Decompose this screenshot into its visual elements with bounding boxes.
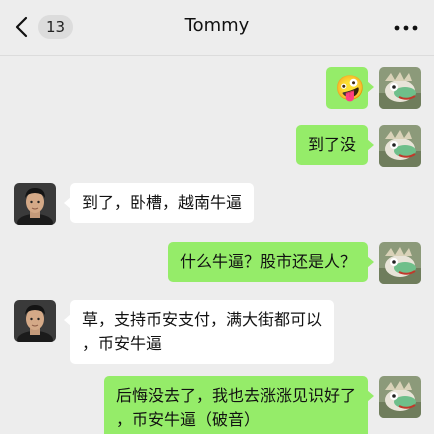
message-row: 草，支持币安支付，满大街都可以 ，币安牛逼 [0,300,434,364]
message-text-line: ，币安牛逼（破音） [115,410,260,429]
message-row: 🤪 [0,67,434,111]
more-options-button[interactable] [392,14,420,42]
zany-face-emoji: 🤪 [335,74,365,102]
message-text: 什么牛逼？股市还是人？ [179,252,356,271]
chevron-left-icon[interactable] [14,16,30,38]
message-bubble-mine[interactable]: 后悔没去了，我也去涨涨见识好了 ，币安牛逼（破音） [103,376,375,434]
dragon-avatar-icon [379,242,421,284]
avatar-tommy[interactable] [14,300,56,342]
message-row: 后悔没去了，我也去涨涨见识好了 ，币安牛逼（破音） [0,376,434,434]
unread-count-badge: 13 [38,15,74,39]
message-bubble-mine[interactable]: 什么牛逼？股市还是人？ [167,242,375,282]
person-avatar-icon [14,300,56,342]
avatar-tommy[interactable] [14,183,56,225]
message-bubble-mine[interactable]: 🤪 [326,67,374,109]
avatar-me[interactable] [379,376,421,418]
message-row: 到了没 [0,125,434,169]
dragon-avatar-icon [379,125,421,167]
message-row: 什么牛逼？股市还是人？ [0,242,434,286]
message-text: 到了没 [307,135,356,154]
message-bubble-mine[interactable]: 到了没 [295,125,375,165]
message-text-line: 草，支持币安支付，满大街都可以 [82,310,323,329]
message-text: 到了，卧槽，越南牛逼 [82,193,243,212]
message-text-line: 后悔没去了，我也去涨涨见识好了 [115,386,356,405]
dragon-avatar-icon [379,376,421,418]
dragon-avatar-icon [379,67,421,109]
avatar-me[interactable] [379,125,421,167]
person-avatar-icon [14,183,56,225]
message-bubble-theirs[interactable]: 到了，卧槽，越南牛逼 [63,183,255,223]
chat-header: 13 Tommy [0,0,434,55]
more-horizontal-icon[interactable] [394,25,418,31]
avatar-me[interactable] [379,67,421,109]
chat-screen: 13 Tommy 🤪 到了没 到了，卧槽，越南牛逼 什么牛逼？股市还是人？ 草，… [0,0,434,434]
message-bubble-theirs[interactable]: 草，支持币安支付，满大街都可以 ，币安牛逼 [63,300,335,364]
message-text-line: ，币安牛逼 [82,334,163,353]
back-button[interactable]: 13 [14,12,74,42]
header-divider [0,55,434,56]
avatar-me[interactable] [379,242,421,284]
message-row: 到了，卧槽，越南牛逼 [0,183,434,227]
